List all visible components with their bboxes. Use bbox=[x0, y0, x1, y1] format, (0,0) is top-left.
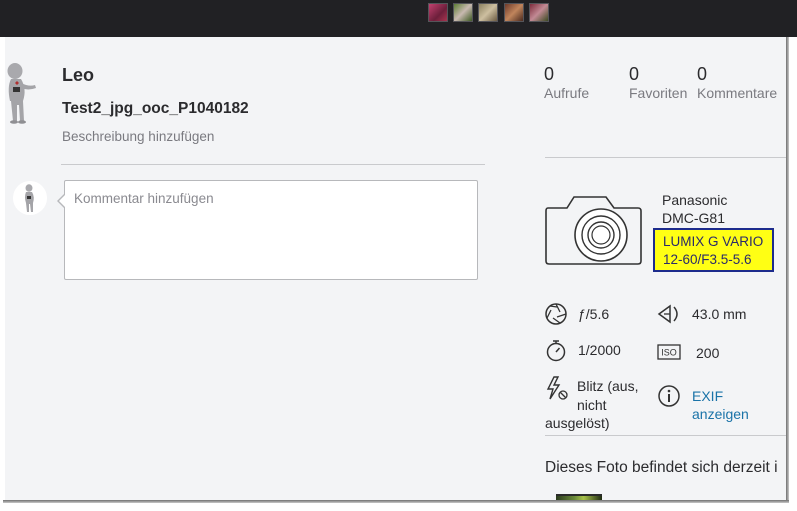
exif-link-line2: anzeigen bbox=[692, 406, 749, 422]
views-stat: 0 Aufrufe bbox=[544, 64, 589, 102]
stopwatch-icon bbox=[546, 340, 566, 362]
lens-line-1: LUMIX G VARIO bbox=[663, 234, 764, 249]
divider bbox=[545, 157, 788, 158]
photo-thumbnail[interactable] bbox=[478, 3, 498, 22]
comments-stat[interactable]: 0 Kommentare bbox=[697, 64, 777, 102]
photo-details-panel: Leo Test2_jpg_ooc_P1040182 Beschreibung … bbox=[5, 37, 788, 502]
comment-box[interactable] bbox=[64, 180, 478, 280]
flash-value-line1: Blitz (aus, bbox=[577, 378, 639, 394]
comments-label: Kommentare bbox=[697, 85, 778, 101]
iso-icon: ISO bbox=[657, 344, 681, 360]
aperture-icon bbox=[545, 303, 567, 325]
shutter-speed-value: 1/2000 bbox=[578, 342, 621, 358]
exif-show-link[interactable]: EXIF anzeigen bbox=[692, 387, 749, 423]
iso-value: 200 bbox=[696, 345, 720, 361]
faves-count: 0 bbox=[629, 64, 640, 84]
owner-name[interactable]: Leo bbox=[62, 65, 94, 86]
views-count: 0 bbox=[544, 64, 555, 84]
camera-make-model[interactable]: Panasonic DMC-G81 bbox=[662, 191, 727, 227]
photo-thumbnail[interactable] bbox=[453, 3, 473, 22]
lens-name-highlight[interactable]: LUMIX G VARIO 12-60/F3.5-5.6 bbox=[653, 228, 774, 272]
aperture-value: ƒ/5.6 bbox=[578, 306, 610, 322]
info-icon bbox=[658, 385, 680, 407]
camera-icon bbox=[545, 196, 642, 265]
window-shadow bbox=[3, 500, 789, 503]
add-description-link[interactable]: Beschreibung hinzufügen bbox=[62, 129, 214, 144]
window-edge bbox=[0, 502, 797, 511]
flash-value-line2: nicht bbox=[577, 397, 607, 413]
photo-title: Test2_jpg_ooc_P1040182 bbox=[62, 100, 249, 117]
comments-count: 0 bbox=[697, 64, 708, 84]
exif-link-line1: EXIF bbox=[692, 388, 724, 404]
photo-thumbnail[interactable] bbox=[428, 3, 448, 22]
lens-line-2: 12-60/F3.5-5.6 bbox=[663, 252, 752, 267]
owner-avatar-icon[interactable] bbox=[5, 61, 47, 127]
top-filmstrip-bar bbox=[0, 0, 797, 37]
comment-input[interactable] bbox=[65, 181, 477, 279]
groups-note: Dieses Foto befindet sich derzeit i bbox=[545, 459, 778, 476]
flash-value-line3: ausgelöst) bbox=[545, 415, 610, 431]
window-edge bbox=[788, 37, 797, 511]
commenter-avatar-icon bbox=[13, 181, 47, 215]
comment-box-pointer-inner bbox=[59, 194, 66, 208]
faves-stat[interactable]: 0 Favoriten bbox=[629, 64, 687, 102]
camera-model: DMC-G81 bbox=[662, 210, 726, 226]
photo-thumbnail[interactable] bbox=[504, 3, 524, 22]
camera-make: Panasonic bbox=[662, 192, 728, 208]
faves-label: Favoriten bbox=[629, 85, 688, 101]
views-label: Aufrufe bbox=[544, 85, 590, 101]
focal-length-icon bbox=[657, 304, 678, 324]
photo-thumbnail[interactable] bbox=[529, 3, 549, 22]
window-shadow bbox=[786, 37, 789, 503]
flash-off-icon bbox=[546, 376, 568, 400]
focal-length-value: 43.0 mm bbox=[692, 306, 747, 322]
divider bbox=[61, 164, 485, 165]
divider bbox=[545, 435, 788, 436]
iso-label: ISO bbox=[661, 348, 677, 358]
